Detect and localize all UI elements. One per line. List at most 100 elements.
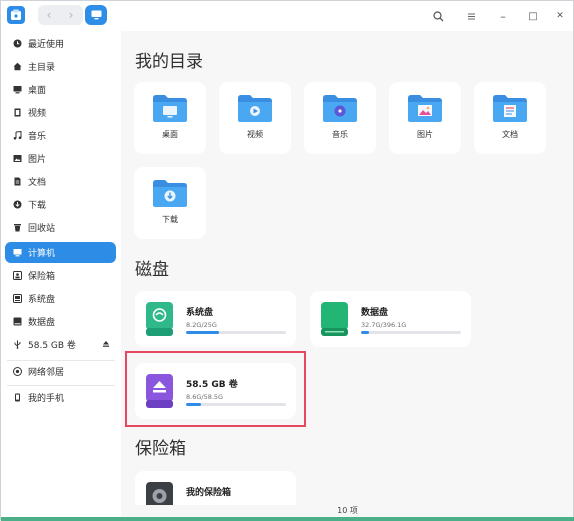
sidebar-item-label: 下载	[28, 201, 47, 211]
menu-icon	[467, 13, 475, 19]
sidebar-item-data-disk[interactable]: 数据盘	[5, 311, 116, 332]
navigation-buttons: ‹ ›	[38, 5, 83, 25]
document-icon	[12, 177, 22, 187]
disk-usage-fill	[361, 331, 369, 334]
sidebar-item-vault[interactable]: 保险箱	[5, 265, 116, 286]
sidebar-item-desktop[interactable]: 桌面	[5, 79, 116, 100]
sidebar-item-pictures[interactable]: 图片	[5, 148, 116, 169]
sidebar-item-trash[interactable]: 回收站	[5, 217, 116, 238]
sidebar-item-documents[interactable]: 文档	[5, 171, 116, 192]
desktop-folder-icon	[153, 95, 187, 122]
dir-label: 桌面	[162, 130, 178, 139]
phone-icon	[12, 393, 22, 403]
maximize-icon: □	[528, 10, 538, 22]
minimize-button[interactable]: –	[495, 8, 511, 24]
trash-icon	[12, 223, 22, 233]
dir-card-documents[interactable]: 文档	[474, 82, 546, 154]
search-button[interactable]	[430, 8, 446, 24]
system-disk-icon	[146, 302, 173, 336]
vault-card[interactable]: 我的保险箱	[135, 471, 296, 505]
download-folder-icon	[153, 180, 187, 207]
disk-card-data[interactable]: 数据盘 32.7G/396.1G	[310, 291, 471, 347]
music-folder-icon	[323, 95, 357, 122]
sidebar-item-system-disk[interactable]: 系统盘	[5, 288, 116, 309]
sidebar-item-phone[interactable]: 我的手机	[5, 387, 116, 408]
forward-button[interactable]: ›	[60, 5, 82, 25]
close-button[interactable]: ✕	[552, 8, 568, 24]
dir-card-video[interactable]: 视频	[219, 82, 291, 154]
vault-icon	[12, 271, 22, 281]
sidebar-divider	[7, 385, 115, 386]
disk-size: 8.6G/58.5G	[186, 393, 224, 401]
disk-name: 系统盘	[186, 308, 214, 318]
sidebar-item-computer[interactable]: 计算机	[5, 242, 116, 263]
disk-icon	[12, 317, 22, 327]
sidebar-item-network[interactable]: 网络邻居	[5, 361, 116, 382]
picture-icon	[12, 154, 22, 164]
bottom-edge	[1, 517, 574, 521]
eject-icon[interactable]	[102, 340, 110, 351]
computer-view-button[interactable]	[85, 5, 107, 25]
sidebar-item-label: 视频	[28, 109, 47, 119]
network-icon	[12, 367, 22, 377]
sidebar-item-label: 文档	[28, 178, 47, 188]
clock-icon	[12, 39, 22, 49]
computer-icon	[12, 248, 22, 258]
back-button[interactable]: ‹	[38, 5, 60, 25]
disk-usage-bar	[186, 403, 286, 406]
sidebar-item-label: 系统盘	[28, 295, 56, 305]
sidebar-item-recent[interactable]: 最近使用	[5, 33, 116, 54]
app-logo-icon[interactable]	[7, 6, 25, 24]
main-content: 我的目录 桌面 视频 音乐 图片 文档 下载 磁盘 系统盘 8.2G/25G 数…	[122, 31, 573, 505]
vault-title: 保险箱	[135, 439, 186, 459]
computer-icon	[91, 10, 101, 20]
disks-title: 磁盘	[135, 260, 169, 280]
sidebar-item-home[interactable]: 主目录	[5, 56, 116, 77]
minimize-icon: –	[500, 9, 506, 23]
dir-label: 音乐	[332, 130, 348, 139]
usb-volume-icon	[146, 374, 173, 408]
chevron-right-icon: ›	[68, 8, 74, 22]
sidebar-item-usb-volume[interactable]: 58.5 GB 卷	[5, 334, 116, 355]
disk-usage-fill	[186, 331, 219, 334]
dir-label: 视频	[247, 130, 263, 139]
chevron-left-icon: ‹	[46, 8, 52, 22]
dir-card-desktop[interactable]: 桌面	[134, 82, 206, 154]
sidebar-item-label: 最近使用	[28, 40, 65, 50]
sidebar-item-downloads[interactable]: 下载	[5, 194, 116, 215]
sidebar-item-label: 保险箱	[28, 272, 56, 282]
picture-folder-icon	[408, 95, 442, 122]
sidebar-item-label: 我的手机	[28, 394, 65, 404]
dir-card-music[interactable]: 音乐	[304, 82, 376, 154]
disk-usage-fill	[186, 403, 201, 406]
item-count: 10 项	[337, 506, 358, 515]
disk-card-usb-volume[interactable]: 58.5 GB 卷 8.6G/58.5G	[135, 363, 296, 419]
video-icon	[12, 108, 22, 118]
vault-icon	[146, 482, 173, 505]
sidebar-item-video[interactable]: 视频	[5, 102, 116, 123]
dir-card-downloads[interactable]: 下载	[134, 167, 206, 239]
disk-size: 8.2G/25G	[186, 321, 217, 329]
dir-label: 图片	[417, 130, 433, 139]
sidebar-item-label: 桌面	[28, 86, 47, 96]
usb-icon	[12, 340, 22, 350]
dir-card-pictures[interactable]: 图片	[389, 82, 461, 154]
sidebar-item-label: 图片	[28, 155, 47, 165]
maximize-button[interactable]: □	[525, 8, 541, 24]
disk-name: 58.5 GB 卷	[186, 380, 238, 390]
sidebar-item-label: 网络邻居	[28, 368, 65, 378]
sidebar-item-label: 主目录	[28, 63, 56, 73]
music-icon	[12, 131, 22, 141]
sidebar-item-label: 计算机	[28, 249, 56, 259]
search-icon	[432, 10, 443, 21]
vault-name: 我的保险箱	[186, 488, 232, 498]
disk-card-system[interactable]: 系统盘 8.2G/25G	[135, 291, 296, 347]
disk-usage-bar	[361, 331, 461, 334]
sidebar: 最近使用 主目录 桌面 视频 音乐 图片 文档 下载 回收站 计算机 保险箱 系…	[1, 31, 121, 519]
sidebar-item-label: 回收站	[28, 224, 56, 234]
dir-label: 下载	[162, 215, 178, 224]
menu-button[interactable]	[463, 8, 479, 24]
sidebar-item-music[interactable]: 音乐	[5, 125, 116, 146]
close-icon: ✕	[556, 11, 564, 21]
sidebar-item-label: 58.5 GB 卷	[28, 341, 76, 351]
